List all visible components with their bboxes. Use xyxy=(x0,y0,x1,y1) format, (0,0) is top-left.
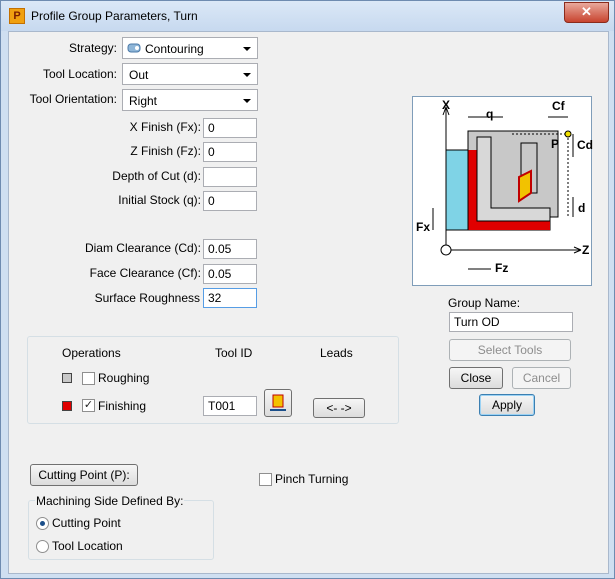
z-finish-field[interactable]: 0 xyxy=(203,142,257,162)
pinch-turning-label: Pinch Turning xyxy=(275,472,349,486)
face-clearance-field[interactable]: 0.05 xyxy=(203,264,257,284)
apply-button[interactable]: Apply xyxy=(479,394,535,416)
window-close-button[interactable]: ✕ xyxy=(564,2,609,23)
tool-location-radio-label: Tool Location xyxy=(52,539,123,553)
tool-icon xyxy=(270,394,286,411)
title-bar[interactable]: P Profile Group Parameters, Turn ✕ xyxy=(1,1,614,31)
chevron-down-icon xyxy=(243,47,251,51)
diam-clearance-field[interactable]: 0.05 xyxy=(203,239,257,259)
machining-side-group: Machining Side Defined By: Cutting Point… xyxy=(28,494,214,560)
strategy-label: Strategy: xyxy=(68,41,117,55)
origin-marker xyxy=(440,244,452,256)
p-label: P xyxy=(551,137,560,151)
x-finish-label: X Finish (Fx): xyxy=(129,120,201,134)
cf-label: Cf xyxy=(552,99,565,113)
initial-stock-field[interactable]: 0 xyxy=(203,191,257,211)
chevron-down-icon xyxy=(243,99,251,103)
cutting-point-radio-label: Cutting Point xyxy=(52,516,121,530)
part-body xyxy=(445,149,469,231)
window-title: Profile Group Parameters, Turn xyxy=(31,9,198,23)
dialog-body: Strategy: Contouring Tool Location: Out … xyxy=(8,31,609,574)
machining-side-title: Machining Side Defined By: xyxy=(35,494,185,508)
cutting-point-radio[interactable] xyxy=(36,517,49,530)
d-label: d xyxy=(578,201,586,215)
q-label: q xyxy=(486,107,494,121)
dialog-window: P Profile Group Parameters, Turn ✕ Strat… xyxy=(0,0,615,579)
cancel-button[interactable]: Cancel xyxy=(512,367,571,389)
face-clearance-label: Face Clearance (Cf): xyxy=(89,266,201,280)
roughing-checkbox[interactable] xyxy=(82,372,95,385)
pinch-turning-checkbox[interactable] xyxy=(259,473,272,486)
diam-clearance-label: Diam Clearance (Cd): xyxy=(84,241,201,255)
close-button[interactable]: Close xyxy=(449,367,503,389)
select-tools-button[interactable]: Select Tools xyxy=(449,339,571,361)
roughing-color-swatch xyxy=(62,373,72,383)
operations-group: Operations Tool ID Leads Roughing ✓ Fini… xyxy=(27,336,399,424)
x-finish-field[interactable]: 0 xyxy=(203,118,257,138)
fz-label: Fz xyxy=(495,261,509,275)
parameter-diagram: X Z q Cf Cd P d Fx Fz xyxy=(412,96,593,286)
cd-label: Cd xyxy=(577,138,593,152)
surface-roughness-label: Surface Roughness xyxy=(94,291,200,305)
finishing-checkbox[interactable]: ✓ xyxy=(82,399,95,412)
finishing-color-swatch xyxy=(62,401,72,411)
tool-location-label: Tool Location: xyxy=(42,67,117,81)
leads-button[interactable]: <- -> xyxy=(313,398,365,418)
strategy-value: Contouring xyxy=(145,42,204,56)
surface-roughness-field[interactable]: 32 xyxy=(203,288,257,308)
group-name-field[interactable]: Turn OD xyxy=(449,312,573,332)
tool-location-value: Out xyxy=(129,68,149,82)
strategy-dropdown[interactable]: Contouring xyxy=(122,37,258,59)
depth-of-cut-field[interactable] xyxy=(203,167,257,187)
x-axis-label: X xyxy=(442,98,451,112)
turning-diagram-svg xyxy=(432,106,582,270)
tool-orientation-dropdown[interactable]: Right xyxy=(122,89,258,111)
cutting-point-marker xyxy=(564,130,572,138)
tool-select-button[interactable] xyxy=(264,389,292,417)
finishing-label: Finishing xyxy=(98,399,147,413)
initial-stock-label: Initial Stock (q): xyxy=(118,193,201,207)
roughing-label: Roughing xyxy=(98,371,150,385)
depth-of-cut-label: Depth of Cut (d): xyxy=(112,169,201,183)
chevron-down-icon xyxy=(243,73,251,77)
operations-column-header: Operations xyxy=(62,346,121,360)
leads-column-header: Leads xyxy=(320,346,353,360)
z-axis-label: Z xyxy=(582,243,590,257)
group-name-label: Group Name: xyxy=(448,296,521,310)
contour-icon xyxy=(127,43,141,53)
finishing-tool-id-field[interactable]: T001 xyxy=(203,396,257,416)
tool-location-radio[interactable] xyxy=(36,540,49,553)
tool-orientation-label: Tool Orientation: xyxy=(29,92,117,106)
tool-id-column-header: Tool ID xyxy=(215,346,253,360)
tool-orientation-value: Right xyxy=(129,94,158,108)
cutting-point-button[interactable]: Cutting Point (P): xyxy=(30,464,138,486)
app-icon: P xyxy=(9,8,25,24)
tool-location-dropdown[interactable]: Out xyxy=(122,63,258,85)
z-finish-label: Z Finish (Fz): xyxy=(130,144,201,158)
fx-label: Fx xyxy=(416,220,431,234)
